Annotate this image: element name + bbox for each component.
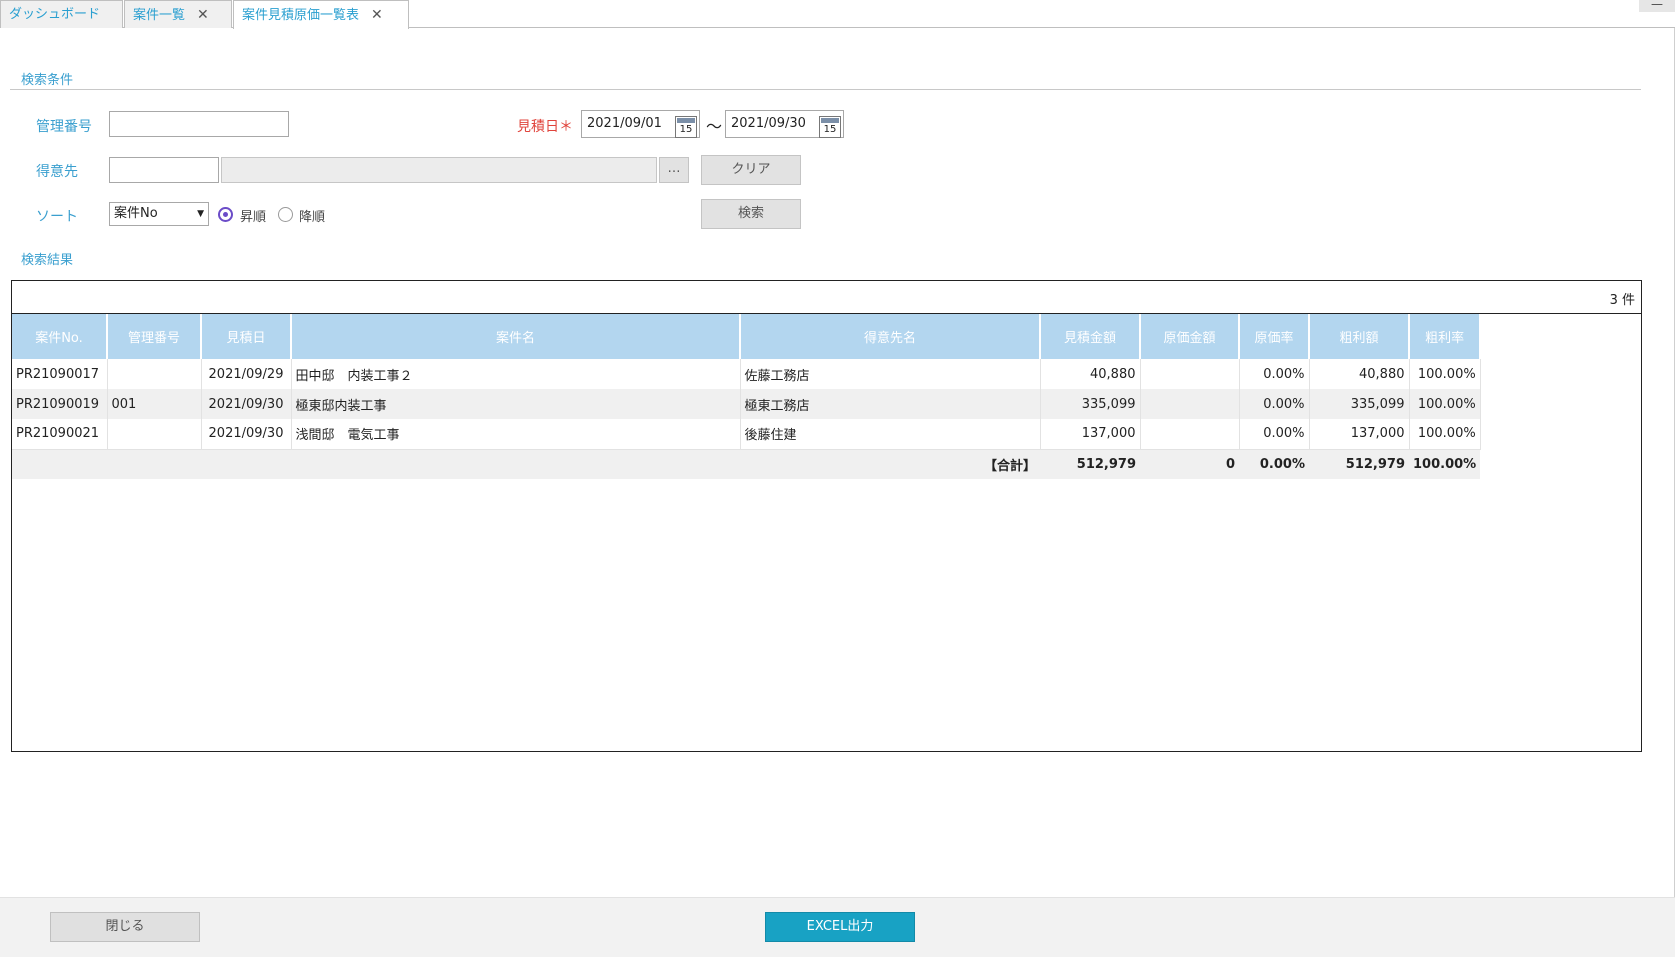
- sort-asc-radio[interactable]: [218, 207, 233, 222]
- estimate-amount-cell: 40,880: [1040, 359, 1141, 389]
- calendar-icon[interactable]: 15: [675, 116, 697, 138]
- customer-label: 得意先: [36, 164, 78, 180]
- project-name-cell: 浅間邸 電気工事: [291, 419, 741, 449]
- mgmt-no-cell: 001: [107, 389, 202, 419]
- table-header-row: 案件No. 管理番号 見積日 案件名 得意先名 見積金額 原価金額 原価率 粗利…: [12, 314, 1482, 359]
- results-table: 案件No. 管理番号 見積日 案件名 得意先名 見積金額 原価金額 原価率 粗利…: [12, 314, 1482, 479]
- project-no-cell: PR21090021: [12, 419, 108, 449]
- estimate-date-label: 見積日＊: [517, 119, 573, 135]
- customer-lookup-button[interactable]: …: [659, 157, 689, 183]
- customer-name-cell: 後藤住建: [740, 419, 1041, 449]
- project-no-cell: PR21090019: [12, 389, 108, 419]
- sort-select[interactable]: 案件No ▼: [109, 202, 209, 226]
- mgmt-no-input[interactable]: [109, 111, 289, 137]
- column-header[interactable]: 見積金額: [1040, 314, 1141, 359]
- profit-rate-cell: 100.00%: [1409, 389, 1481, 419]
- cost-amount-cell: [1140, 389, 1240, 419]
- table-row[interactable]: PR21090021 2021/09/30 浅間邸 電気工事 後藤住建 137,…: [12, 419, 1481, 449]
- divider: [10, 89, 1641, 90]
- total-profit-rate-cell: 100.00%: [1409, 448, 1481, 479]
- total-row: 【合計】 512,979 0 0.00% 512,979 100.00%: [12, 448, 1481, 479]
- dropdown-arrow-icon: ▼: [197, 209, 204, 219]
- customer-name-cell: 佐藤工務店: [740, 359, 1041, 389]
- excel-export-button[interactable]: EXCEL出力: [765, 912, 915, 942]
- date-range-separator: 〜: [706, 117, 723, 136]
- column-header[interactable]: 原価率: [1239, 314, 1310, 359]
- sort-desc-radio[interactable]: [278, 207, 293, 222]
- cost-rate-cell: 0.00%: [1239, 419, 1310, 449]
- calendar-icon[interactable]: 15: [819, 116, 841, 138]
- cost-rate-cell: 0.00%: [1239, 359, 1310, 389]
- gross-profit-cell: 137,000: [1309, 419, 1410, 449]
- tab-dashboard[interactable]: ダッシュボード: [0, 0, 123, 28]
- sort-label: ソート: [36, 209, 78, 225]
- sort-asc-label: 昇順: [240, 210, 267, 225]
- cost-rate-cell: 0.00%: [1239, 389, 1310, 419]
- project-no-cell: PR21090017: [12, 359, 108, 389]
- sort-select-value: 案件No: [114, 206, 158, 221]
- sort-desc-label: 降順: [299, 210, 326, 225]
- cost-amount-cell: [1140, 419, 1240, 449]
- column-header[interactable]: 得意先名: [740, 314, 1041, 359]
- estimate-date-cell: 2021/09/30: [201, 419, 292, 449]
- customer-name-cell: 極東工務店: [740, 389, 1041, 419]
- total-label: 【合計】: [740, 448, 1040, 479]
- estimate-amount-cell: 137,000: [1040, 419, 1141, 449]
- customer-name-field: [221, 157, 657, 183]
- minimize-button[interactable]: —: [1639, 0, 1675, 12]
- column-header[interactable]: 粗利率: [1409, 314, 1482, 359]
- tab-estimate-cost-list[interactable]: 案件見積原価一覧表 ✕: [233, 0, 409, 29]
- result-count: 3 件: [1609, 293, 1635, 308]
- mgmt-no-label: 管理番号: [36, 119, 92, 135]
- column-header[interactable]: 案件No.: [12, 314, 108, 359]
- column-header[interactable]: 管理番号: [107, 314, 202, 359]
- search-button[interactable]: 検索: [701, 199, 801, 229]
- app-window: ダッシュボード 案件一覧 ✕ 案件見積原価一覧表 ✕ — 検索条件 管理番号 見積日…: [0, 0, 1675, 960]
- close-icon[interactable]: ✕: [197, 7, 209, 23]
- estimate-date-cell: 2021/09/30: [201, 389, 292, 419]
- project-name-cell: 田中邸 内装工事２: [291, 359, 741, 389]
- mgmt-no-cell: [107, 359, 202, 389]
- column-header[interactable]: 案件名: [291, 314, 741, 359]
- tab-label: ダッシュボード: [9, 7, 101, 22]
- mgmt-no-cell: [107, 419, 202, 449]
- results-panel: 3 件 案件No. 管理番号 見積日 案件名 得意先名 見積金額 原価金額 原価…: [11, 280, 1642, 752]
- column-header[interactable]: 原価金額: [1140, 314, 1240, 359]
- estimate-date-cell: 2021/09/29: [201, 359, 292, 389]
- profit-rate-cell: 100.00%: [1409, 359, 1481, 389]
- table-row[interactable]: PR21090017 2021/09/29 田中邸 内装工事２ 佐藤工務店 40…: [12, 359, 1481, 389]
- tab-project-list[interactable]: 案件一覧 ✕: [124, 0, 232, 28]
- total-profit-cell: 512,979: [1309, 448, 1409, 479]
- gross-profit-cell: 335,099: [1309, 389, 1410, 419]
- project-name-cell: 極東邸内装工事: [291, 389, 741, 419]
- estimate-amount-cell: 335,099: [1040, 389, 1141, 419]
- customer-code-input[interactable]: [109, 157, 219, 183]
- gross-profit-cell: 40,880: [1309, 359, 1410, 389]
- cost-amount-cell: [1140, 359, 1240, 389]
- table-row[interactable]: PR21090019 001 2021/09/30 極東邸内装工事 極東工務店 …: [12, 389, 1481, 419]
- clear-button[interactable]: クリア: [701, 155, 801, 185]
- column-header[interactable]: 粗利額: [1309, 314, 1410, 359]
- close-icon[interactable]: ✕: [371, 7, 383, 23]
- tab-label: 案件見積原価一覧表: [242, 8, 360, 23]
- total-cost-rate-cell: 0.00%: [1239, 448, 1309, 479]
- profit-rate-cell: 100.00%: [1409, 419, 1481, 449]
- results-section-title: 検索結果: [21, 253, 74, 268]
- search-section-title: 検索条件: [21, 73, 74, 88]
- tab-bar: ダッシュボード 案件一覧 ✕ 案件見積原価一覧表 ✕ —: [0, 0, 1675, 29]
- total-estimate-cell: 512,979: [1040, 448, 1140, 479]
- tab-label: 案件一覧: [133, 8, 186, 23]
- footer-bar: 閉じる EXCEL出力: [0, 897, 1675, 957]
- total-cost-cell: 0: [1140, 448, 1239, 479]
- column-header[interactable]: 見積日: [201, 314, 292, 359]
- close-button[interactable]: 閉じる: [50, 912, 200, 942]
